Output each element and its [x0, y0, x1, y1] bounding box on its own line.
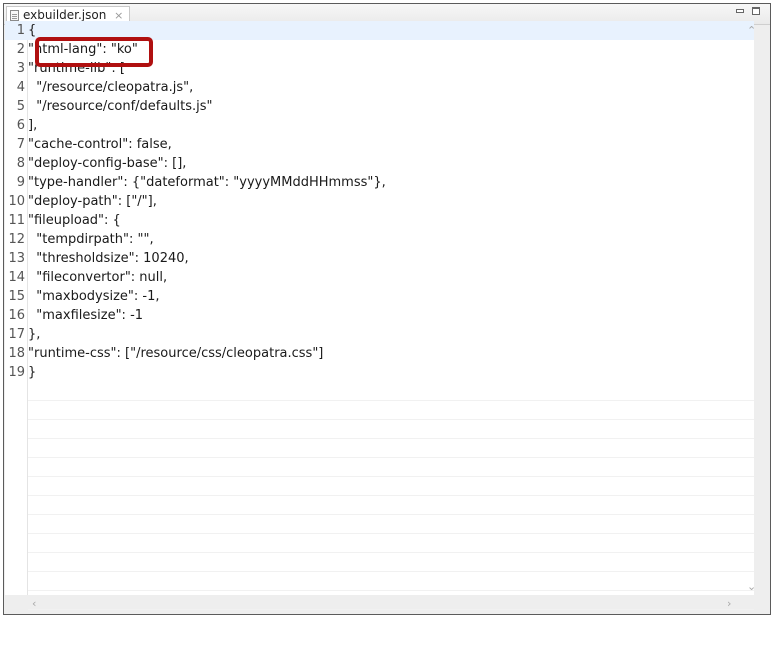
code-line[interactable]: 9 "type-handler": {"dateformat": "yyyyMMd… [5, 173, 754, 192]
scroll-up-icon[interactable]: ⌃ [747, 25, 756, 36]
code-line[interactable]: 5 "/resource/conf/defaults.js" [5, 97, 754, 116]
horizontal-scrollbar[interactable]: ‹ › [5, 596, 744, 610]
code-editor[interactable]: 1{ 2 "html-lang": "ko" 3 "runtime-lib": [ … [5, 21, 754, 610]
maximize-icon[interactable] [750, 6, 762, 17]
line-text[interactable]: ], [28, 116, 37, 135]
line-number: 8 [16, 156, 25, 171]
minimize-icon[interactable] [734, 6, 746, 17]
code-line[interactable]: 7 "cache-control": false, [5, 135, 754, 154]
code-line[interactable]: 15 "maxbodysize": -1, [5, 287, 754, 306]
empty-line-guide [28, 419, 754, 420]
tab-title: exbuilder.json [23, 8, 107, 22]
line-number: 4 [16, 80, 25, 95]
line-text[interactable]: "type-handler": {"dateformat": "yyyyMMdd… [28, 173, 386, 192]
line-text[interactable]: "maxfilesize": -1 [28, 306, 143, 325]
line-number: 10 [8, 194, 25, 209]
line-text[interactable]: "/resource/conf/defaults.js" [28, 97, 212, 116]
line-number: 6 [16, 118, 25, 133]
line-text[interactable]: "deploy-path": ["/"], [28, 192, 157, 211]
code-line[interactable]: 8 "deploy-config-base": [], [5, 154, 754, 173]
empty-line-guide [28, 457, 754, 458]
empty-line-guide [28, 495, 754, 496]
scroll-down-icon[interactable]: ⌄ [747, 581, 756, 592]
code-line[interactable]: 11 "fileupload": { [5, 211, 754, 230]
line-number: 5 [16, 99, 25, 114]
line-text[interactable]: "deploy-config-base": [], [28, 154, 186, 173]
empty-line-guide [28, 438, 754, 439]
line-text[interactable]: { [28, 21, 36, 40]
code-line[interactable]: 18 "runtime-css": ["/resource/css/cleopat… [5, 344, 754, 363]
line-number: 18 [8, 346, 25, 361]
line-number: 1 [16, 23, 25, 38]
line-text[interactable]: "/resource/cleopatra.js", [28, 78, 193, 97]
line-number: 2 [16, 42, 25, 57]
line-number: 19 [8, 365, 25, 380]
line-text[interactable]: }, [28, 325, 40, 344]
empty-line-guide [28, 571, 754, 572]
line-number: 11 [8, 213, 25, 228]
vertical-scrollbar[interactable]: ⌃ ⌄ [744, 21, 760, 595]
line-number: 14 [8, 270, 25, 285]
line-number: 9 [16, 175, 25, 190]
line-number: 13 [8, 251, 25, 266]
empty-line-guide [28, 400, 754, 401]
code-line[interactable]: 13 "thresholdsize": 10240, [5, 249, 754, 268]
line-number: 17 [8, 327, 25, 342]
empty-line-guide [28, 533, 754, 534]
line-text[interactable]: "runtime-css": ["/resource/css/cleopatra… [28, 344, 323, 363]
scroll-right-icon[interactable]: › [727, 598, 731, 609]
line-text[interactable]: "fileupload": { [28, 211, 121, 230]
code-line[interactable]: 12 "tempdirpath": "", [5, 230, 754, 249]
line-text[interactable]: "tempdirpath": "", [28, 230, 153, 249]
line-number: 7 [16, 137, 25, 152]
line-number: 16 [8, 308, 25, 323]
empty-line-guide [28, 590, 754, 591]
code-lines[interactable]: 1{ 2 "html-lang": "ko" 3 "runtime-lib": [ … [5, 21, 754, 382]
line-text[interactable]: "fileconvertor": null, [28, 268, 167, 287]
empty-line-guide [28, 476, 754, 477]
code-line[interactable]: 14 "fileconvertor": null, [5, 268, 754, 287]
code-line[interactable]: 10 "deploy-path": ["/"], [5, 192, 754, 211]
code-line[interactable]: 16 "maxfilesize": -1 [5, 306, 754, 325]
highlight-annotation-box [35, 37, 153, 67]
file-icon [10, 10, 19, 21]
code-line[interactable]: 17}, [5, 325, 754, 344]
line-text[interactable]: "thresholdsize": 10240, [28, 249, 188, 268]
empty-line-guide [28, 552, 754, 553]
line-number: 15 [8, 289, 25, 304]
line-text[interactable]: "maxbodysize": -1, [28, 287, 159, 306]
code-line[interactable]: 4 "/resource/cleopatra.js", [5, 78, 754, 97]
code-line[interactable]: 6], [5, 116, 754, 135]
code-line[interactable]: 19} [5, 363, 754, 382]
empty-line-guide [28, 514, 754, 515]
line-text[interactable]: } [28, 363, 36, 382]
scroll-left-icon[interactable]: ‹ [32, 598, 36, 609]
line-number: 3 [16, 61, 25, 76]
line-number: 12 [8, 232, 25, 247]
line-text[interactable]: "cache-control": false, [28, 135, 172, 154]
